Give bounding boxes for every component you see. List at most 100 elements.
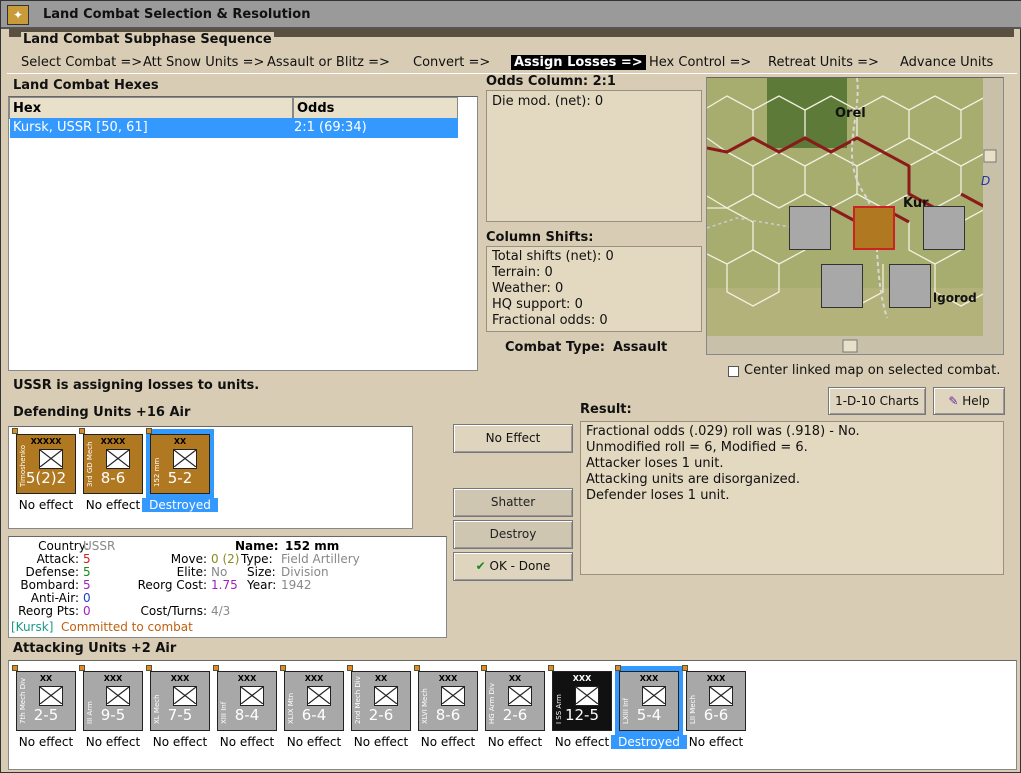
map-counter[interactable] bbox=[821, 264, 863, 308]
unit-result: No effect bbox=[152, 735, 208, 749]
type-value: Field Artillery bbox=[281, 552, 360, 566]
unit-strength: 6-6 bbox=[703, 706, 729, 724]
result-line: Defender loses 1 unit. bbox=[586, 488, 730, 503]
unit-result: Destroyed bbox=[142, 498, 218, 512]
result-line: Fractional odds (.029) roll was (.918) -… bbox=[586, 424, 860, 439]
col-odds-header[interactable]: Odds bbox=[293, 97, 458, 119]
shift-line: Total shifts (net): 0 bbox=[492, 249, 614, 264]
shifts-panel: Total shifts (net): 0 Terrain: 0 Weather… bbox=[486, 246, 702, 332]
elite-value: No bbox=[211, 565, 228, 579]
reorg-cost-value: 1.75 bbox=[211, 578, 238, 592]
reorg-pts-value: 0 bbox=[83, 604, 91, 618]
attacking-unit-counter[interactable]: XXX XIII Inf 8-4 bbox=[217, 671, 277, 731]
defending-unit-counter[interactable]: XXXX 3rd GD Mech 8-6 bbox=[83, 434, 143, 494]
help-button[interactable]: ✎ Help bbox=[933, 387, 1005, 415]
unit-result: No effect bbox=[688, 735, 744, 749]
window-title: Land Combat Selection & Resolution bbox=[43, 7, 311, 22]
unit-type-icon bbox=[709, 686, 733, 706]
unit-strength: 12-5 bbox=[564, 706, 600, 724]
ok-done-button[interactable]: ✔ OK - Done bbox=[453, 552, 573, 581]
odds-panel: Die mod. (net): 0 bbox=[486, 90, 702, 222]
map-counter[interactable] bbox=[889, 264, 931, 308]
map-counter[interactable] bbox=[789, 206, 831, 250]
unit-strength: 5(2)2 bbox=[25, 469, 67, 487]
unit-result: No effect bbox=[420, 735, 476, 749]
map-label-d: D bbox=[981, 174, 991, 188]
attacking-unit-counter[interactable]: XXX XLIX Mtn 6-4 bbox=[284, 671, 344, 731]
combat-type-label: Combat Type: bbox=[505, 340, 605, 355]
result-line: Unmodified roll = 6, Modified = 6. bbox=[586, 440, 808, 455]
country-label: Country: bbox=[38, 539, 89, 553]
unit-strength: 9-5 bbox=[100, 706, 126, 724]
defending-unit-counter[interactable]: XX 152 mm 5-2 bbox=[150, 434, 210, 494]
no-effect-button[interactable]: No Effect bbox=[453, 424, 573, 453]
unit-strength: 8-6 bbox=[435, 706, 461, 724]
charts-button[interactable]: 1-D-10 Charts bbox=[828, 387, 926, 415]
shatter-button[interactable]: Shatter bbox=[453, 488, 573, 517]
shift-line: Fractional odds: 0 bbox=[492, 313, 608, 328]
unit-type-icon bbox=[39, 686, 63, 706]
status-text: USSR is assigning losses to units. bbox=[13, 378, 260, 393]
move-value: 0 (2) bbox=[211, 552, 240, 566]
seq-assign-losses: Assign Losses => bbox=[511, 55, 646, 70]
bombard-value: 5 bbox=[83, 578, 91, 592]
col-hex-header[interactable]: Hex bbox=[9, 97, 293, 119]
shift-line: Terrain: 0 bbox=[492, 265, 553, 280]
unit-type-icon bbox=[642, 686, 666, 706]
unit-details: Country: USSR Attack: 5 Defense: 5 Bomba… bbox=[8, 536, 447, 638]
attacking-unit-counter[interactable]: XXX XL Mech 7-5 bbox=[150, 671, 210, 731]
sequence-header: Land Combat Subphase Sequence bbox=[21, 32, 274, 47]
attacking-unit-counter[interactable]: XX 7th Mech Div 2-5 bbox=[16, 671, 76, 731]
defense-label: Defense: bbox=[25, 565, 79, 579]
unit-result: No effect bbox=[18, 498, 74, 512]
title-bar[interactable]: ✦ Land Combat Selection & Resolution bbox=[1, 1, 1021, 29]
map-counter[interactable] bbox=[923, 206, 965, 250]
unit-strength: 2-6 bbox=[502, 706, 528, 724]
unit-result: No effect bbox=[487, 735, 543, 749]
unit-strength: 2-5 bbox=[33, 706, 59, 724]
defending-label: Defending Units +16 Air bbox=[13, 405, 191, 420]
map-counter[interactable] bbox=[853, 206, 895, 250]
size-label: Size: bbox=[247, 565, 276, 579]
unit-result: No effect bbox=[353, 735, 409, 749]
attacking-unit-counter[interactable]: XX HG Arm Div 2-6 bbox=[485, 671, 545, 731]
window-icon: ✦ bbox=[7, 5, 29, 25]
unit-result: No effect bbox=[18, 735, 74, 749]
unit-type-icon bbox=[575, 686, 599, 706]
type-label: Type: bbox=[241, 552, 273, 566]
seq-retreat-units: Retreat Units => bbox=[768, 55, 879, 70]
unit-type-icon bbox=[374, 686, 398, 706]
attacking-unit-counter[interactable]: XXX XLVI Mech 8-6 bbox=[418, 671, 478, 731]
attack-value: 5 bbox=[83, 552, 91, 566]
table-row[interactable]: Kursk, USSR [50, 61] 2:1 (69:34) bbox=[10, 118, 458, 138]
move-label: Move: bbox=[170, 552, 207, 566]
result-line: Attacker loses 1 unit. bbox=[586, 456, 724, 471]
unit-strength: 8-6 bbox=[100, 469, 126, 487]
bombard-label: Bombard: bbox=[20, 578, 79, 592]
unit-strength: 5-2 bbox=[167, 469, 193, 487]
hex-cell: Kursk, USSR [50, 61] bbox=[13, 120, 148, 135]
name-label: Name: bbox=[235, 539, 279, 553]
combat-window: ✦ Land Combat Selection & Resolution Lan… bbox=[0, 0, 1021, 773]
linked-map[interactable]: Orel Kur lgorod D bbox=[706, 77, 1004, 355]
antiair-label: Anti-Air: bbox=[30, 591, 79, 605]
attacking-unit-counter[interactable]: XXX LII Mech 6-6 bbox=[686, 671, 746, 731]
defending-unit-counter[interactable]: XXXXX Timoshenko 5(2)2 bbox=[16, 434, 76, 494]
attacking-unit-counter[interactable]: XXX III Arm 9-5 bbox=[83, 671, 143, 731]
attacking-unit-counter[interactable]: XXX I SS Arm 12-5 bbox=[552, 671, 612, 731]
unit-result: No effect bbox=[286, 735, 342, 749]
unit-strength: 7-5 bbox=[167, 706, 193, 724]
reorg-pts-label: Reorg Pts: bbox=[18, 604, 79, 618]
cost-turns-label: Cost/Turns: bbox=[140, 604, 207, 618]
unit-type-icon bbox=[106, 686, 130, 706]
destroy-button[interactable]: Destroy bbox=[453, 520, 573, 549]
seq-convert: Convert => bbox=[413, 55, 491, 70]
cost-turns-value: 4/3 bbox=[211, 604, 231, 618]
center-checkbox[interactable] bbox=[728, 366, 739, 377]
help-label: Help bbox=[962, 394, 990, 408]
hexes-table: Hex Odds Kursk, USSR [50, 61] 2:1 (69:34… bbox=[8, 96, 478, 371]
attacking-unit-counter[interactable]: XX 2nd Mech Div 2-6 bbox=[351, 671, 411, 731]
combat-type-value: Assault bbox=[613, 340, 668, 355]
odds-cell: 2:1 (69:34) bbox=[294, 120, 367, 135]
attacking-unit-counter[interactable]: XXX LXIII Inf 5-4 bbox=[619, 671, 679, 731]
